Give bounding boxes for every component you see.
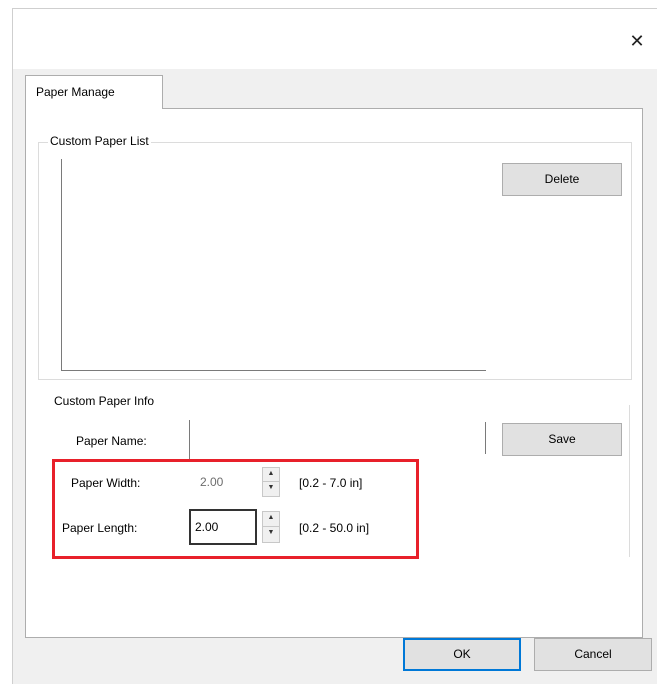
paper-length-up-icon[interactable]: ▲	[263, 512, 279, 527]
paper-length-label: Paper Length:	[62, 521, 138, 535]
paper-length-range: [0.2 - 50.0 in]	[299, 521, 370, 535]
tab-panel-paper-manage: Custom Paper List Delete Custom Paper In…	[25, 108, 643, 638]
paper-width-spinner[interactable]: ▲ ▼	[262, 467, 280, 497]
paper-length-down-icon[interactable]: ▼	[263, 527, 279, 542]
title-bar: ✕	[13, 9, 657, 69]
ok-button[interactable]: OK	[403, 638, 521, 671]
custom-paper-list[interactable]	[61, 159, 486, 371]
cancel-button[interactable]: Cancel	[534, 638, 652, 671]
dialog-window: ✕ Paper Manage Custom Paper List Delete …	[12, 8, 657, 684]
group-right-border	[629, 405, 630, 557]
paper-width-down-icon[interactable]: ▼	[263, 482, 279, 496]
paper-width-input[interactable]: 2.00	[196, 465, 258, 499]
custom-paper-list-title: Custom Paper List	[48, 134, 151, 148]
paper-width-range: [0.2 - 7.0 in]	[299, 476, 363, 490]
paper-length-input[interactable]: 2.00	[189, 509, 257, 545]
custom-paper-info-title: Custom Paper Info	[52, 394, 157, 408]
paper-width-label: Paper Width:	[71, 476, 141, 490]
delete-button[interactable]: Delete	[502, 163, 622, 196]
save-button[interactable]: Save	[502, 423, 622, 456]
close-icon[interactable]: ✕	[623, 27, 651, 55]
paper-length-spinner[interactable]: ▲ ▼	[262, 511, 280, 543]
paper-name-label: Paper Name:	[76, 434, 147, 448]
paper-name-field-right	[485, 422, 486, 454]
paper-name-input[interactable]	[191, 420, 481, 460]
tab-paper-manage[interactable]: Paper Manage	[25, 75, 163, 109]
paper-width-up-icon[interactable]: ▲	[263, 468, 279, 482]
paper-name-field-left	[189, 420, 190, 460]
